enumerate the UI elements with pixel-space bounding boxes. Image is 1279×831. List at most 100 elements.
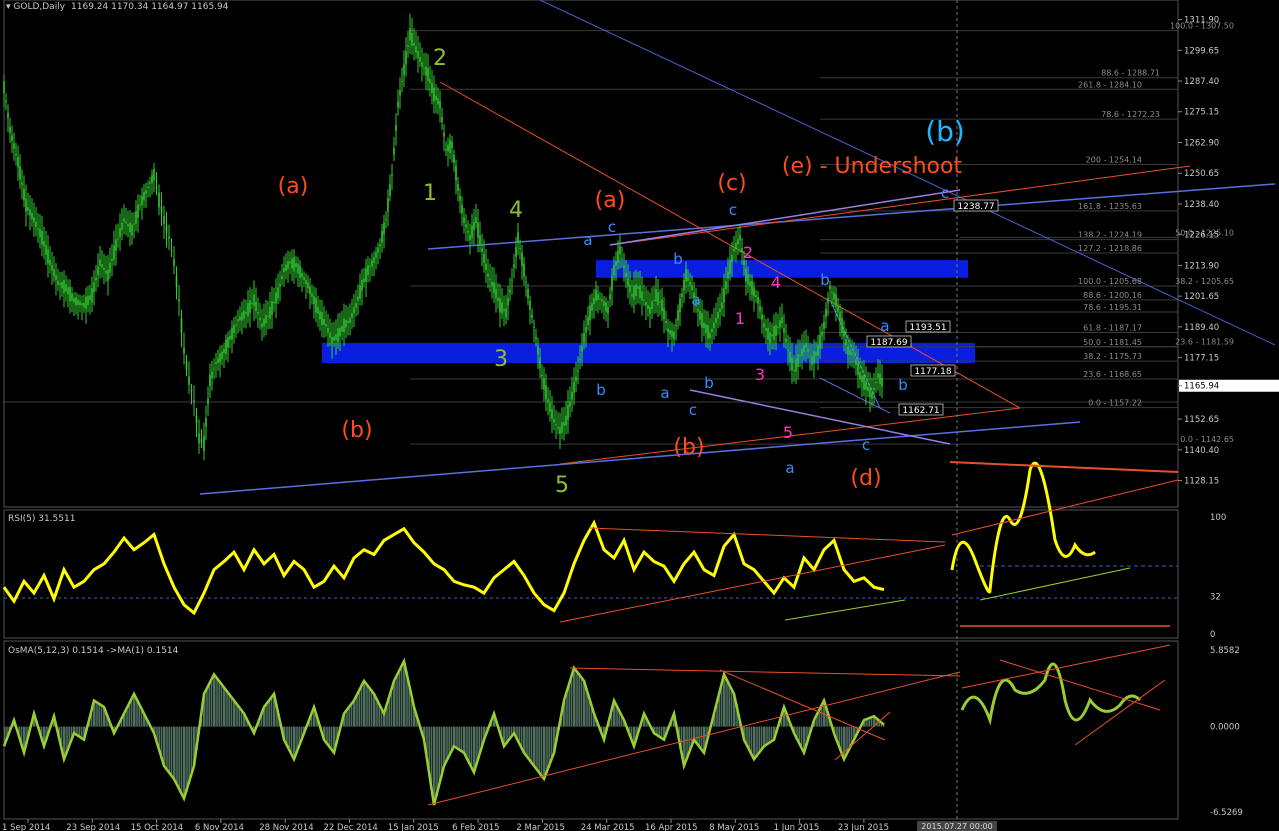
cursor-time-label: 2015.07.27 00:00 xyxy=(921,822,992,831)
time-tick-label: 24 Mar 2015 xyxy=(581,823,635,831)
candle-body xyxy=(579,358,581,361)
candle-body xyxy=(823,322,825,329)
candle-body xyxy=(97,266,99,276)
candle-body xyxy=(255,301,257,312)
candle-body xyxy=(165,224,168,233)
candle-body xyxy=(231,327,233,340)
candle-body xyxy=(657,292,659,306)
candle-body xyxy=(519,248,521,250)
candle-body xyxy=(567,404,569,420)
candle-body xyxy=(803,345,805,353)
candle-body xyxy=(447,144,449,152)
candle-body xyxy=(389,184,391,196)
candle-body xyxy=(663,308,665,320)
candle-body xyxy=(799,354,801,357)
price-tick-label: 1287.40 xyxy=(1184,77,1219,87)
candle-body xyxy=(485,263,487,270)
candle-body xyxy=(200,439,203,443)
osma-bar xyxy=(576,670,578,727)
time-tick-label: 1 Sep 2014 xyxy=(2,823,50,831)
candle-body xyxy=(303,277,305,280)
wave-label: b xyxy=(673,250,683,268)
resistance-zone xyxy=(596,260,968,278)
candle-body xyxy=(55,275,57,281)
osma-bar xyxy=(538,726,540,772)
candle-body xyxy=(139,204,141,206)
candle-body xyxy=(879,373,881,385)
osma-bar xyxy=(726,678,728,727)
candle-body xyxy=(293,257,295,272)
candle-body xyxy=(573,381,575,393)
wave-label: 3 xyxy=(755,365,765,384)
candle-body xyxy=(101,264,103,268)
osma-bar xyxy=(100,704,103,727)
candle-body xyxy=(443,132,445,137)
osma-bar xyxy=(724,674,726,727)
candle-body xyxy=(667,328,669,333)
candle-body xyxy=(435,95,437,101)
candle-body xyxy=(237,319,239,322)
header-arrow-icon[interactable]: ▾ xyxy=(6,2,13,12)
candle-body xyxy=(175,276,178,287)
chart-canvas[interactable]: 100.0 - 1307.5088.6 - 1288.71261.8 - 128… xyxy=(0,0,1279,831)
candle-body xyxy=(367,265,369,275)
candle-body xyxy=(761,314,763,320)
osma-bar xyxy=(698,726,700,746)
candle-body xyxy=(215,362,217,364)
candle-body xyxy=(327,327,329,333)
candle-body xyxy=(445,149,447,151)
time-tick-label: 1 Jun 2015 xyxy=(774,823,820,831)
candle-body xyxy=(105,270,107,274)
candle-body xyxy=(425,66,427,76)
candle-body xyxy=(731,254,733,263)
candle-body xyxy=(403,64,405,75)
candle-body xyxy=(725,281,727,290)
osma-bar xyxy=(346,710,348,727)
candle-body xyxy=(373,257,375,263)
osma-bar xyxy=(130,700,133,727)
candle-body xyxy=(723,288,725,303)
candle-body xyxy=(207,398,209,405)
candle-body xyxy=(3,81,5,93)
candle-body xyxy=(397,102,399,107)
osma-bar xyxy=(566,693,568,727)
candle-body xyxy=(341,325,343,332)
candle-body xyxy=(747,274,749,285)
candle-body xyxy=(775,324,777,336)
osma-bar xyxy=(820,707,823,727)
osma-bar xyxy=(234,700,236,727)
candle-body xyxy=(323,319,325,325)
candle-body xyxy=(365,268,367,282)
candle-body xyxy=(83,303,85,308)
candle-body xyxy=(493,282,495,294)
osma-bar xyxy=(388,699,390,727)
candle-body xyxy=(279,283,281,287)
candle-body xyxy=(707,325,709,339)
wave-label: (a) xyxy=(595,188,626,213)
candle-body xyxy=(61,282,63,289)
candle-body xyxy=(93,282,95,292)
osma-bar xyxy=(228,693,230,727)
wave-label: c xyxy=(608,218,616,236)
candle-body xyxy=(247,302,249,317)
time-tick-label: 28 Nov 2014 xyxy=(259,823,313,831)
candle-body xyxy=(411,32,413,46)
candle-body xyxy=(505,308,507,318)
candle-body xyxy=(275,292,277,304)
candle-body xyxy=(213,368,215,370)
candle-body xyxy=(81,303,83,306)
candle-body xyxy=(63,280,65,293)
candle-body xyxy=(735,242,737,249)
osma-bar xyxy=(286,726,288,745)
candle-body xyxy=(729,259,731,274)
candle-body xyxy=(67,287,69,295)
osma-bar xyxy=(220,682,223,727)
candle-body xyxy=(143,192,145,201)
osma-tick-label: -6.5269 xyxy=(1210,808,1243,818)
osma-bar xyxy=(264,707,266,727)
candle-body xyxy=(675,324,677,326)
candle-body xyxy=(853,355,855,357)
candle-body xyxy=(91,287,93,303)
osma-bar xyxy=(468,726,470,762)
fib-label: 200 - 1254.14 xyxy=(1086,155,1142,164)
